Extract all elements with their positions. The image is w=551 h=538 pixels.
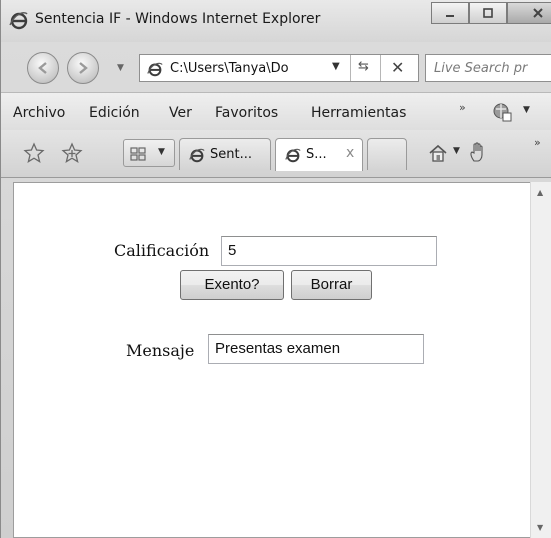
tools-dropdown-icon[interactable]: ▼ bbox=[523, 105, 530, 115]
tab-label: S... bbox=[306, 147, 327, 162]
add-favorite-icon[interactable] bbox=[61, 142, 83, 164]
toolbar-overflow-chevron[interactable]: » bbox=[534, 136, 541, 149]
menu-overflow-chevron[interactable]: » bbox=[459, 101, 466, 114]
page-content: Calificación 5 Exento? Borrar Mensaje Pr… bbox=[13, 182, 530, 538]
ie-page-icon bbox=[147, 62, 163, 77]
scroll-up-arrow-icon[interactable]: ▲ bbox=[537, 188, 543, 197]
calificacion-label: Calificación bbox=[114, 241, 210, 260]
maximize-button[interactable] bbox=[469, 2, 507, 24]
vertical-scrollbar[interactable]: ▲ ▼ bbox=[530, 182, 551, 538]
forward-button[interactable] bbox=[67, 52, 99, 84]
tab-bar: ▼ Sent... S... x ▼ » bbox=[1, 130, 551, 178]
title-bar: Sentencia IF - Windows Internet Explorer bbox=[1, 0, 551, 42]
tab-list-dropdown-icon[interactable]: ▼ bbox=[158, 147, 165, 157]
forward-arrow-icon bbox=[79, 62, 88, 74]
back-button[interactable] bbox=[27, 52, 59, 84]
minimize-button[interactable] bbox=[431, 2, 469, 24]
search-placeholder[interactable]: Live Search pr bbox=[434, 61, 527, 76]
search-box[interactable]: Live Search pr bbox=[425, 54, 551, 82]
close-icon bbox=[533, 8, 543, 18]
calificacion-input[interactable]: 5 bbox=[221, 236, 437, 266]
quick-tabs-icon bbox=[130, 147, 146, 161]
menu-bar: Archivo Edición Ver Favoritos Herramient… bbox=[1, 92, 551, 130]
browser-window: Sentencia IF - Windows Internet Explorer… bbox=[0, 0, 551, 538]
borrar-button[interactable]: Borrar bbox=[291, 270, 372, 300]
hand-icon[interactable] bbox=[467, 141, 489, 163]
ie-page-icon bbox=[285, 148, 301, 163]
new-tab-button[interactable] bbox=[367, 138, 407, 170]
mensaje-field[interactable]: Presentas examen bbox=[208, 334, 424, 364]
ie-logo-icon bbox=[9, 12, 28, 30]
divider bbox=[380, 55, 381, 81]
exento-button[interactable]: Exento? bbox=[180, 270, 284, 300]
tab-active[interactable]: S... x bbox=[275, 138, 363, 171]
close-tab-icon[interactable]: x bbox=[346, 145, 354, 161]
menu-herramientas[interactable]: Herramientas bbox=[311, 105, 406, 121]
menu-edicion[interactable]: Edición bbox=[89, 105, 140, 121]
navigation-bar: ▼ C:\Users\Tanya\Do ▼ ⇆ ✕ Live Search pr bbox=[1, 44, 551, 90]
address-text[interactable]: C:\Users\Tanya\Do bbox=[170, 61, 289, 76]
maximize-icon bbox=[483, 8, 493, 18]
address-bar[interactable]: C:\Users\Tanya\Do ▼ ⇆ ✕ bbox=[139, 54, 419, 82]
recent-pages-dropdown[interactable]: ▼ bbox=[117, 63, 124, 73]
mensaje-label: Mensaje bbox=[126, 341, 195, 360]
window-controls bbox=[431, 2, 551, 24]
menu-ver[interactable]: Ver bbox=[169, 105, 192, 121]
tab-sentencia[interactable]: Sent... bbox=[179, 138, 271, 170]
ie-page-icon bbox=[189, 148, 205, 163]
scroll-down-arrow-icon[interactable]: ▼ bbox=[537, 523, 543, 532]
address-dropdown[interactable]: ▼ bbox=[332, 61, 340, 72]
star-icon[interactable] bbox=[23, 142, 45, 164]
quick-tabs-button[interactable]: ▼ bbox=[123, 139, 175, 167]
divider bbox=[350, 55, 351, 81]
home-dropdown-icon[interactable]: ▼ bbox=[453, 146, 460, 156]
window-title: Sentencia IF - Windows Internet Explorer bbox=[35, 11, 321, 27]
minimize-icon bbox=[446, 15, 454, 17]
refresh-icon[interactable]: ⇆ bbox=[358, 59, 369, 74]
close-window-button[interactable] bbox=[507, 2, 551, 24]
menu-favoritos[interactable]: Favoritos bbox=[215, 105, 278, 121]
page-tools-icon[interactable] bbox=[491, 101, 513, 123]
home-icon[interactable] bbox=[427, 142, 449, 164]
menu-archivo[interactable]: Archivo bbox=[13, 105, 65, 121]
back-arrow-icon bbox=[38, 62, 47, 74]
stop-icon[interactable]: ✕ bbox=[391, 58, 404, 77]
tab-label: Sent... bbox=[210, 147, 252, 162]
